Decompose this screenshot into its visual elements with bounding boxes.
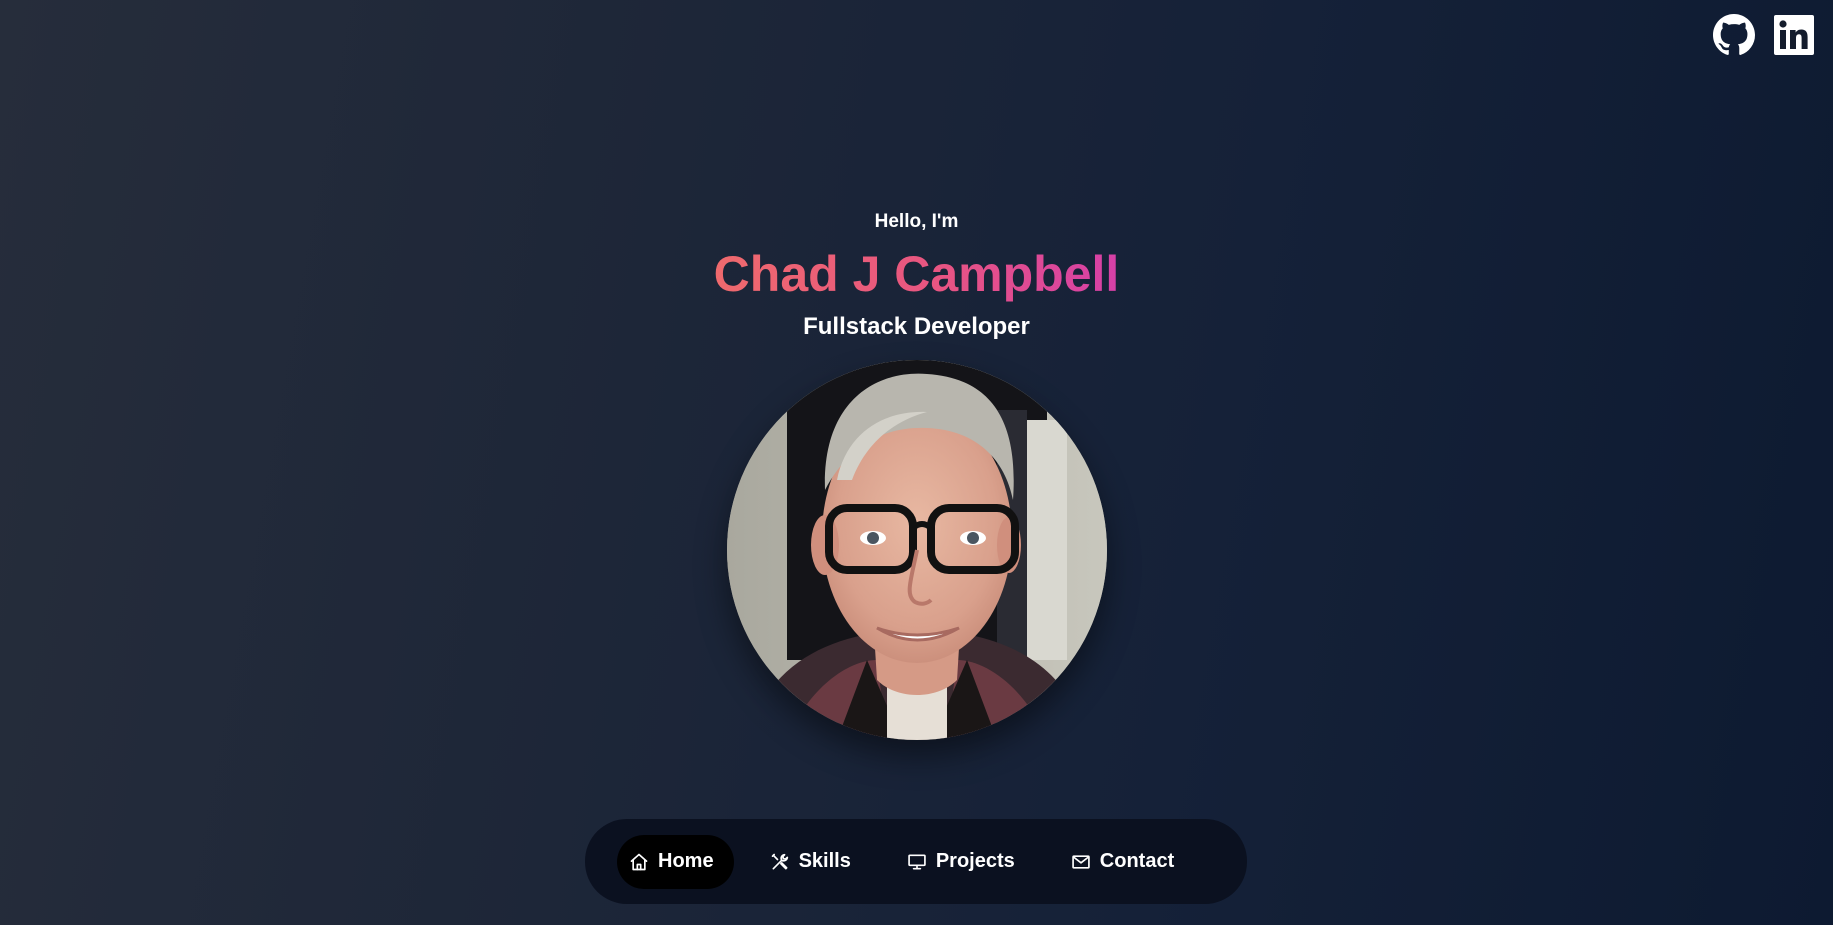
nav-item-label: Home xyxy=(658,850,714,872)
name-heading: Chad J Campbell xyxy=(713,246,1120,302)
nav-item-label: Projects xyxy=(935,850,1015,872)
profile-photo-illustration xyxy=(726,360,1107,740)
role-subtitle: Fullstack Developer xyxy=(803,313,1030,340)
mail-icon xyxy=(1072,854,1090,869)
bottom-nav: Home Skills Projects Contact xyxy=(585,819,1247,904)
nav-item-projects[interactable]: Projects xyxy=(895,835,1035,889)
profile-photo xyxy=(726,360,1107,740)
monitor-icon xyxy=(908,854,926,869)
linkedin-icon xyxy=(1774,15,1814,55)
nav-item-label: Skills xyxy=(798,850,851,872)
github-link[interactable] xyxy=(1713,14,1755,56)
nav-item-home[interactable]: Home xyxy=(617,834,734,889)
greeting-text: Hello, I'm xyxy=(874,211,959,232)
tools-icon xyxy=(771,853,788,869)
home-icon xyxy=(630,853,648,870)
nav-item-contact[interactable]: Contact xyxy=(1059,835,1194,889)
nav-item-label: Contact xyxy=(1099,850,1175,872)
github-icon xyxy=(1713,14,1755,55)
linkedin-link[interactable] xyxy=(1773,14,1815,56)
social-links xyxy=(1713,14,1815,56)
hero-section: Hello, I'm Chad J Campbell Fullstack Dev… xyxy=(0,210,1833,740)
nav-item-skills[interactable]: Skills xyxy=(758,835,871,889)
